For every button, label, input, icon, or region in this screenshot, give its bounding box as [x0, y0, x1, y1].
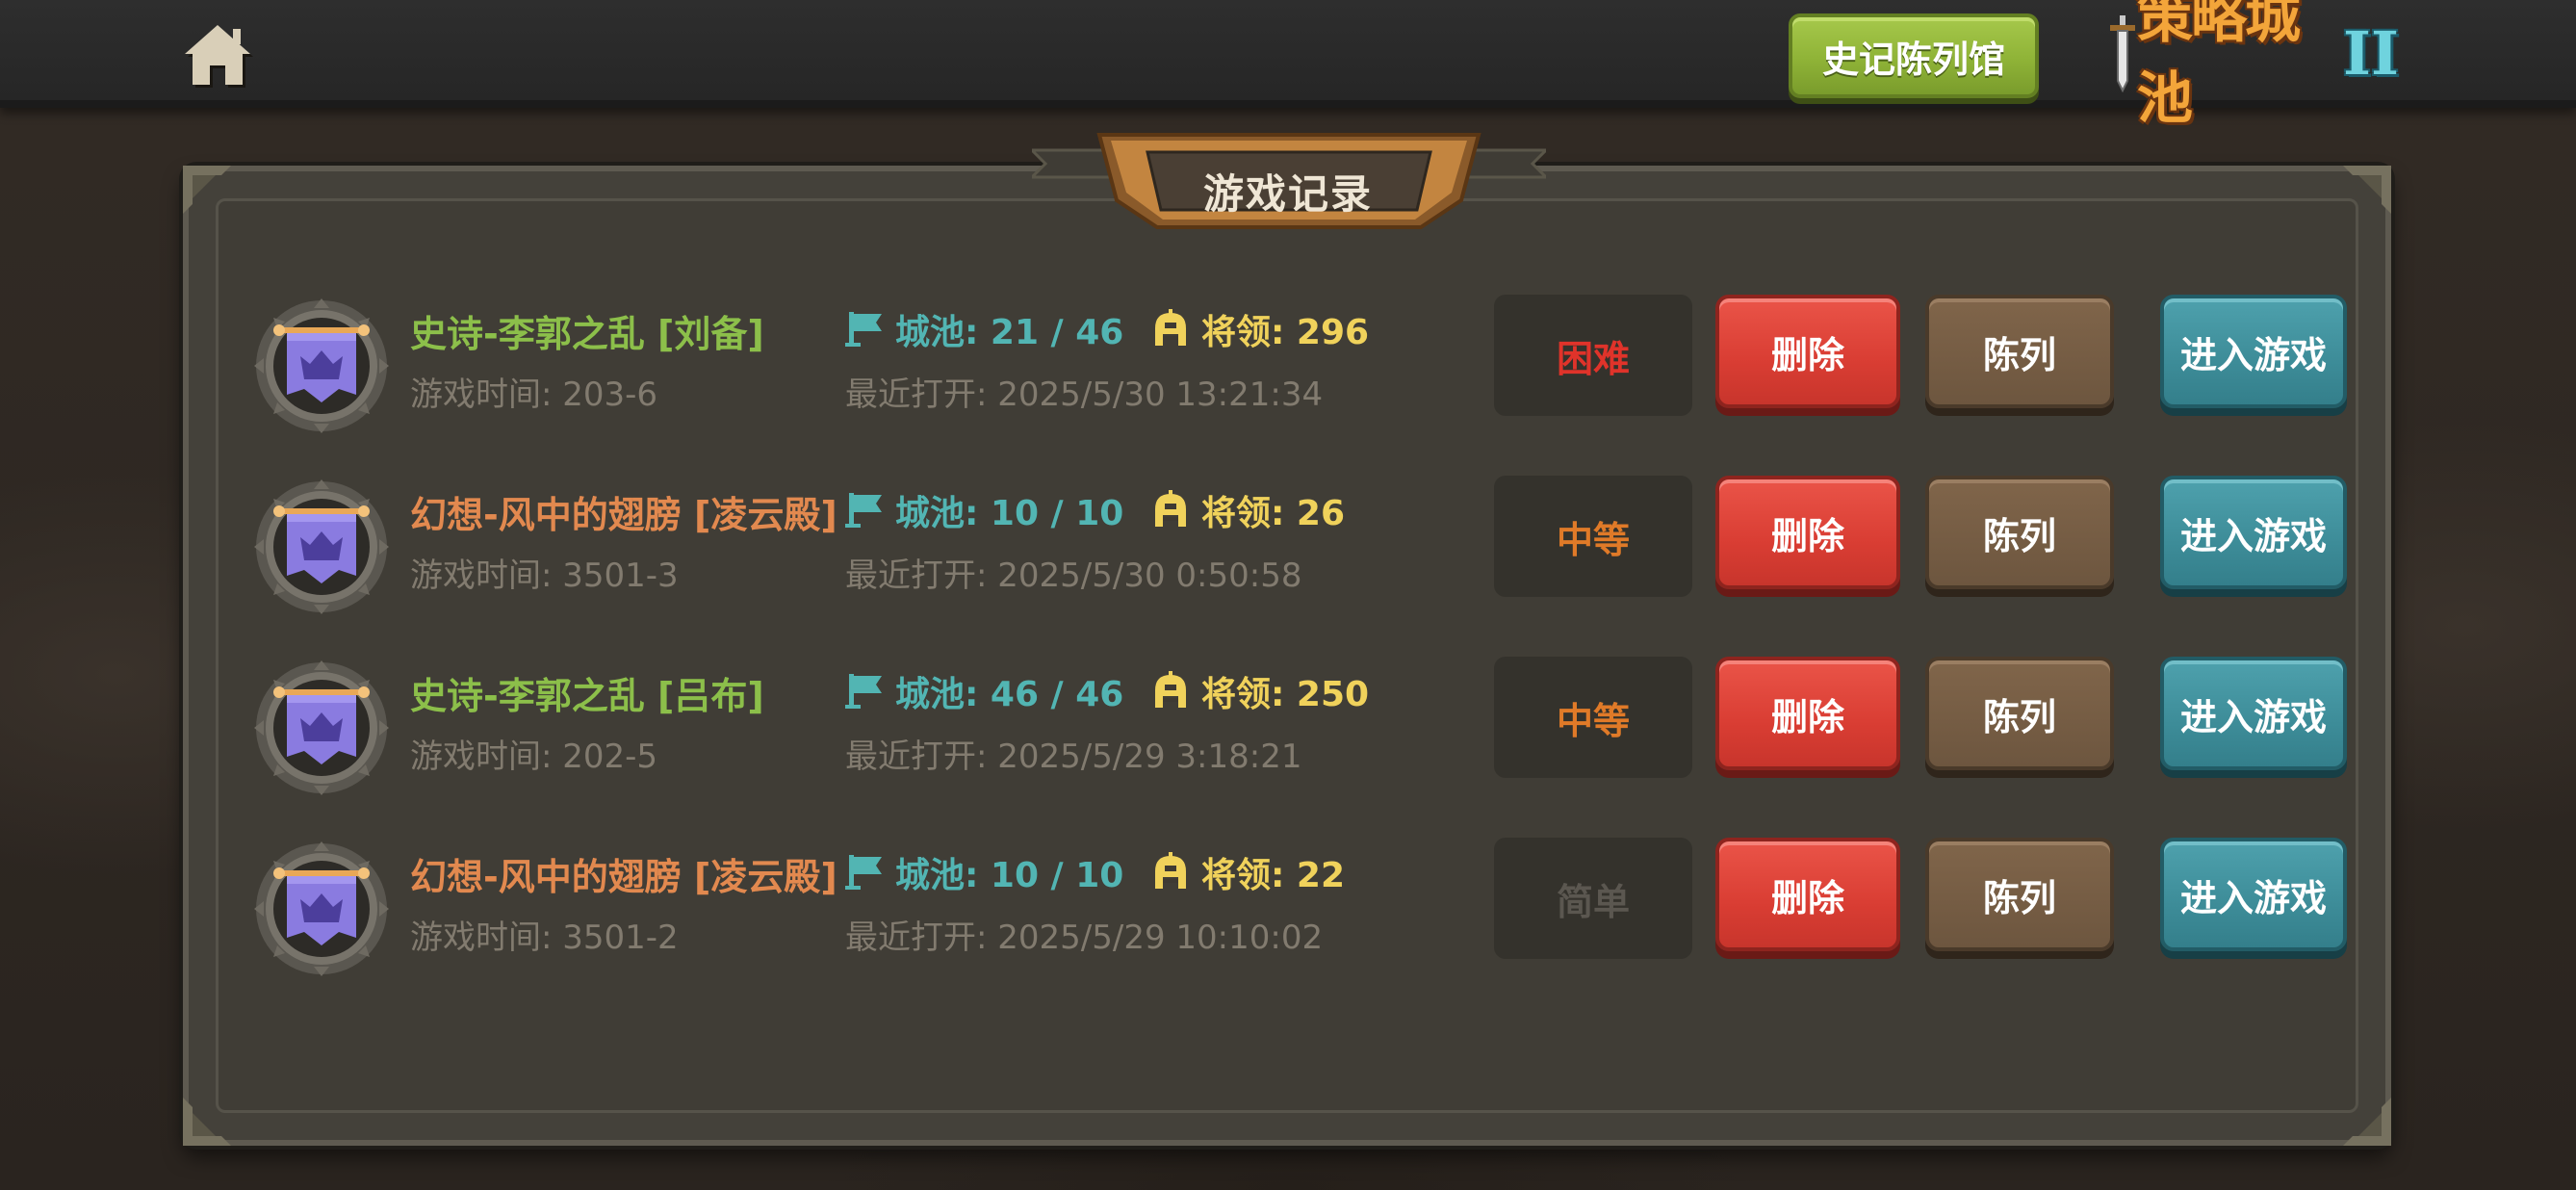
game-time: 游戏时间: 203-6 [410, 375, 658, 414]
flag-icon [845, 674, 882, 709]
game-record-row: 史诗-李郭之乱 [吕布] 游戏时间: 202-5 城池: 46 / 46 将领:… [252, 651, 2347, 795]
arrange-button[interactable]: 陈列 [1925, 657, 2114, 770]
home-icon[interactable] [181, 21, 254, 89]
cities-value: 城池: 21 / 46 [895, 313, 1124, 352]
history-museum-button[interactable]: 史记陈列馆 [1789, 13, 2039, 98]
delete-button[interactable]: 删除 [1715, 295, 1900, 408]
game-time: 游戏时间: 3501-2 [410, 918, 679, 957]
game-record-row: 史诗-李郭之乱 [刘备] 游戏时间: 203-6 城池: 21 / 46 将领:… [252, 289, 2347, 433]
difficulty-badge: 简单 [1494, 838, 1692, 959]
helmet-icon [1155, 671, 1186, 708]
faction-banner-avatar [252, 297, 391, 435]
cities-stat: 城池: 10 / 10 [845, 487, 1123, 533]
sword-icon [2104, 13, 2141, 93]
flag-icon [845, 855, 882, 890]
cities-value: 城池: 10 / 10 [895, 494, 1124, 533]
enter-game-button[interactable]: 进入游戏 [2160, 838, 2347, 951]
corner-ornament [183, 166, 231, 214]
game-record-row: 幻想-风中的翅膀 [凌云殿] 游戏时间: 3501-2 城池: 10 / 10 … [252, 832, 2347, 976]
faction-banner-avatar [252, 659, 391, 797]
flag-icon [845, 312, 882, 347]
cities-value: 城池: 10 / 10 [895, 856, 1124, 895]
last-opened: 最近打开: 2025/5/29 3:18:21 [845, 737, 1302, 776]
enter-game-button[interactable]: 进入游戏 [2160, 657, 2347, 770]
game-time: 游戏时间: 3501-3 [410, 556, 679, 595]
cities-value: 城池: 46 / 46 [895, 675, 1124, 714]
faction-banner-avatar [252, 478, 391, 616]
generals-value: 将领: 250 [1201, 675, 1370, 714]
last-opened: 最近打开: 2025/5/30 13:21:34 [845, 375, 1324, 414]
arrange-button[interactable]: 陈列 [1925, 295, 2114, 408]
helmet-icon [1155, 852, 1186, 889]
helmet-icon [1155, 309, 1186, 346]
panel-title: 游戏记录 [1202, 169, 1373, 218]
delete-button[interactable]: 删除 [1715, 838, 1900, 951]
generals-value: 将领: 26 [1201, 494, 1346, 533]
scenario-name: 史诗-李郭之乱 [刘备] [410, 313, 764, 355]
delete-button[interactable]: 删除 [1715, 476, 1900, 589]
game-record-row: 幻想-风中的翅膀 [凌云殿] 游戏时间: 3501-3 城池: 10 / 10 … [252, 470, 2347, 614]
generals-stat: 将领: 296 [1151, 306, 1369, 352]
enter-game-button[interactable]: 进入游戏 [2160, 295, 2347, 408]
delete-button[interactable]: 删除 [1715, 657, 1900, 770]
logo-numeral: II [2342, 17, 2399, 89]
cities-stat: 城池: 21 / 46 [845, 306, 1123, 352]
generals-stat: 将领: 250 [1151, 668, 1369, 714]
last-opened: 最近打开: 2025/5/30 0:50:58 [845, 556, 1302, 595]
generals-value: 将领: 296 [1201, 313, 1370, 352]
arrange-button[interactable]: 陈列 [1925, 838, 2114, 951]
last-opened: 最近打开: 2025/5/29 10:10:02 [845, 918, 1324, 957]
flag-icon [845, 493, 882, 528]
enter-game-button[interactable]: 进入游戏 [2160, 476, 2347, 589]
generals-stat: 将领: 26 [1151, 487, 1345, 533]
cities-stat: 城池: 46 / 46 [845, 668, 1123, 714]
arrange-button[interactable]: 陈列 [1925, 476, 2114, 589]
difficulty-badge: 中等 [1494, 657, 1692, 778]
scenario-name: 幻想-风中的翅膀 [凌云殿] [410, 856, 837, 898]
corner-ornament [183, 1098, 231, 1146]
game-time: 游戏时间: 202-5 [410, 737, 658, 776]
top-bar: 史记陈列馆 策略城池 II [0, 0, 2576, 131]
corner-ornament [2343, 1098, 2391, 1146]
faction-banner-avatar [252, 840, 391, 978]
generals-stat: 将领: 22 [1151, 849, 1345, 895]
difficulty-badge: 中等 [1494, 476, 1692, 597]
scenario-name: 史诗-李郭之乱 [吕布] [410, 675, 764, 717]
difficulty-badge: 困难 [1494, 295, 1692, 416]
corner-ornament [2343, 166, 2391, 214]
scenario-name: 幻想-风中的翅膀 [凌云殿] [410, 494, 837, 536]
generals-value: 将领: 22 [1201, 856, 1346, 895]
game-logo: 策略城池 II [2104, 0, 2399, 131]
cities-stat: 城池: 10 / 10 [845, 849, 1123, 895]
helmet-icon [1155, 490, 1186, 527]
logo-text: 策略城池 [2137, 0, 2301, 131]
